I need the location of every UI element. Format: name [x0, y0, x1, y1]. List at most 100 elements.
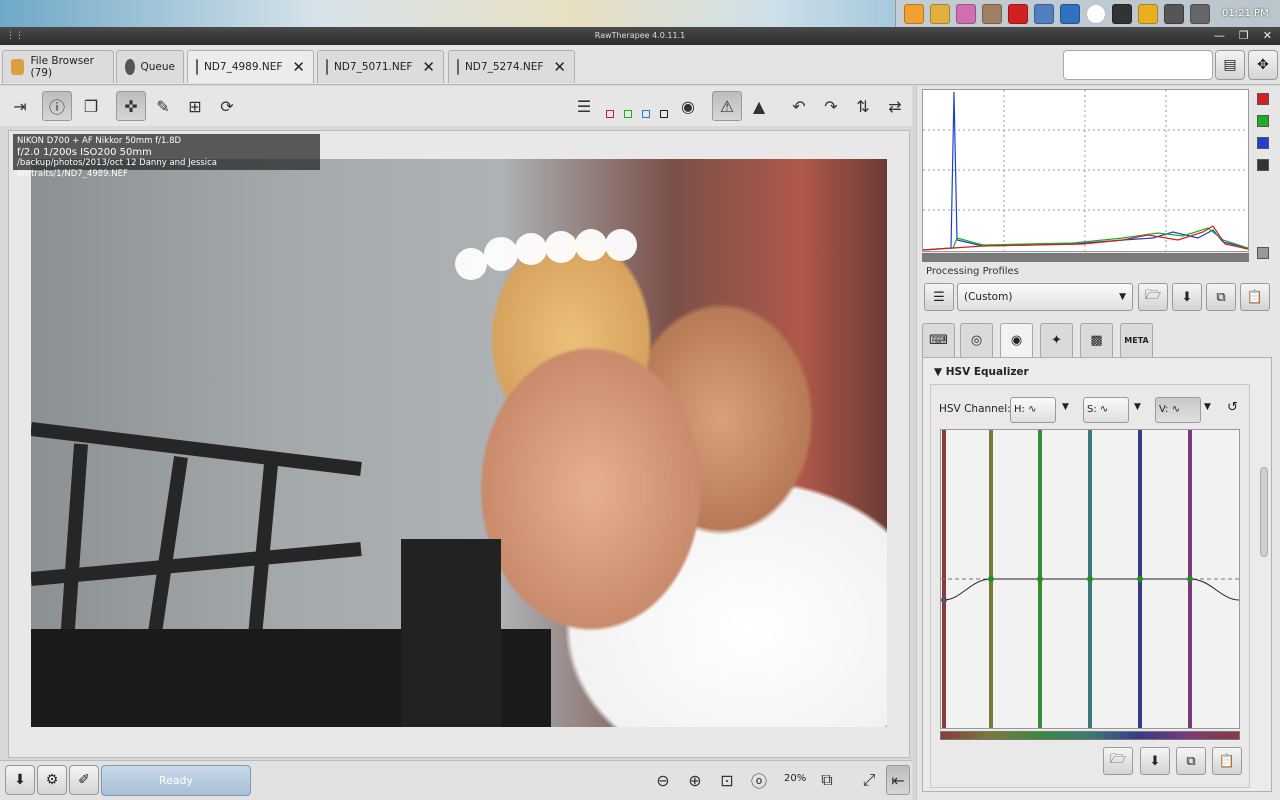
load-profile-icon[interactable]: 🗁 [1138, 283, 1168, 311]
new-detail-window-icon[interactable]: ⧉ [812, 765, 842, 795]
path-line: /backup/photos/2013/oct 12 Danny and Jes… [17, 158, 217, 179]
paint-icon[interactable] [956, 3, 976, 24]
chevron-down-icon[interactable]: ▼ [1134, 402, 1141, 412]
panel-layout-icon[interactable]: ▤ [1215, 50, 1245, 80]
window-menu-icon[interactable]: ⋮⋮ [6, 27, 24, 45]
tab-raw-icon[interactable]: ▩ [1080, 323, 1113, 357]
notes-icon[interactable] [1138, 3, 1158, 24]
chevron-down-icon[interactable]: ▼ [1062, 402, 1069, 412]
tab-file-browser[interactable]: File Browser (79) [2, 50, 114, 83]
rotate-right-icon[interactable]: ↷ [816, 91, 846, 121]
toggle-right-panel-icon[interactable]: ⇤ [886, 765, 910, 795]
maximize-icon[interactable]: ❐ [1239, 27, 1249, 45]
histogram-blue-toggle[interactable] [1257, 137, 1269, 149]
straighten-icon[interactable]: ⟳ [212, 91, 242, 121]
tool-panel-scrollbar[interactable] [1260, 467, 1268, 557]
reset-icon[interactable]: ↺ [1227, 400, 1238, 415]
brush-icon[interactable] [1034, 3, 1054, 24]
queue-settings-icon[interactable]: ⚙ [37, 765, 67, 795]
filezilla-icon[interactable] [1008, 3, 1028, 24]
zoom-fit-icon[interactable]: ⊡ [712, 765, 742, 795]
paste-curve-icon[interactable]: 📋 [1212, 747, 1242, 775]
save-profile-icon[interactable]: ⬇ [1172, 283, 1202, 311]
tab-image-5071[interactable]: ND7_5071.NEF ✕ [317, 50, 444, 83]
window-titlebar[interactable]: ⋮⋮ RawTherapee 4.0.11.1 — ❐ ✕ [0, 27, 1280, 45]
zoom-out-icon[interactable]: ⊖ [648, 765, 678, 795]
rss-icon[interactable] [904, 3, 924, 24]
save-image-icon[interactable]: ⬇ [5, 765, 35, 795]
hue-channel-button[interactable]: H: ∿ [1010, 397, 1056, 423]
paste-profile-icon[interactable]: 📋 [1240, 283, 1270, 311]
saturation-channel-button[interactable]: S: ∿ [1083, 397, 1129, 423]
red-channel-toggle[interactable] [606, 110, 614, 118]
histogram-luminance-toggle[interactable] [1257, 159, 1269, 171]
chevron-down-icon[interactable]: ▼ [1204, 402, 1211, 412]
editor-toolbar: ⇥ ⓘ ❐ ✜ ✎ ⊞ ⟳ ☰ ◉ ⚠ ▲ ↶ ↷ ⇅ ⇄ [0, 86, 912, 126]
close-tab-icon[interactable]: ✕ [422, 58, 435, 76]
rotate-left-icon[interactable]: ↶ [784, 91, 814, 121]
save-curve-icon[interactable]: ⬇ [1140, 747, 1170, 775]
white-balance-picker-icon[interactable]: ✎ [148, 91, 178, 121]
filter-input[interactable] [1063, 50, 1213, 80]
crop-icon[interactable]: ⊞ [180, 91, 210, 121]
tab-detail-icon[interactable]: ◎ [960, 323, 993, 357]
gimp-icon[interactable] [982, 3, 1002, 24]
camera-line: NIKON D700 + AF Nikkor 50mm f/1.8D [17, 136, 182, 146]
minimize-icon[interactable]: — [1214, 27, 1225, 45]
accessibility-icon[interactable] [1060, 3, 1080, 24]
battery-icon[interactable] [1164, 3, 1184, 24]
zoom-in-icon[interactable]: ⊕ [680, 765, 710, 795]
profile-list-icon[interactable]: ☰ [924, 283, 954, 311]
image-icon [457, 59, 459, 75]
curve-icon: ∿ [1099, 404, 1109, 415]
blue-channel-toggle[interactable] [642, 110, 650, 118]
exposure-line: f/2.0 1/200s ISO200 50mm [17, 147, 152, 158]
preview-photo[interactable] [31, 159, 887, 727]
green-channel-toggle[interactable] [624, 110, 632, 118]
focus-mask-icon[interactable]: ◉ [673, 91, 703, 121]
close-icon[interactable]: ✕ [1263, 27, 1272, 45]
tab-queue[interactable]: Queue [116, 50, 184, 83]
tab-image-4989[interactable]: ND7_4989.NEF ✕ [187, 50, 314, 83]
copy-profile-icon[interactable]: ⧉ [1206, 283, 1236, 311]
copy-curve-icon[interactable]: ⧉ [1176, 747, 1206, 775]
histogram-green-toggle[interactable] [1257, 115, 1269, 127]
close-tab-icon[interactable]: ✕ [553, 58, 566, 76]
shadow-clip-warning-icon[interactable]: ⚠ [712, 91, 742, 121]
hsv-curve-editor[interactable] [940, 429, 1240, 729]
value-channel-button[interactable]: V: ∿ [1155, 397, 1201, 423]
preview-mode-icon[interactable]: ☰ [569, 91, 599, 121]
tab-exposure-icon[interactable]: ⌨ [922, 323, 955, 357]
volume-icon[interactable] [1190, 3, 1210, 24]
hand-tool-icon[interactable]: ✜ [116, 91, 146, 121]
tab-transform-icon[interactable]: ✦ [1040, 323, 1073, 357]
tab-metadata[interactable]: META [1120, 323, 1153, 357]
fullscreen-icon[interactable]: ⤢ [854, 765, 884, 795]
highlight-clip-warning-icon[interactable]: ▲ [744, 91, 774, 121]
hsv-channel-label: HSV Channel: [939, 403, 1011, 415]
info-icon[interactable]: ⓘ [42, 91, 72, 121]
zoom-100-icon[interactable]: ⓞ [744, 765, 774, 795]
luminance-channel-toggle[interactable] [660, 110, 668, 118]
before-after-icon[interactable]: ❐ [76, 91, 106, 121]
tab-image-5274[interactable]: ND7_5274.NEF ✕ [448, 50, 575, 83]
tab-color-icon[interactable]: ◉ [1000, 323, 1033, 357]
profile-select[interactable]: (Custom) ▼ [957, 283, 1133, 311]
flip-vertical-icon[interactable]: ⇅ [848, 91, 878, 121]
histogram-red-toggle[interactable] [1257, 93, 1269, 105]
navigate-icon[interactable]: ✥ [1248, 50, 1278, 80]
pen-icon[interactable] [1112, 3, 1132, 24]
histogram-bar-toggle[interactable] [1257, 247, 1269, 259]
flip-horizontal-icon[interactable]: ⇄ [880, 91, 910, 121]
processing-profiles-label: Processing Profiles [926, 266, 1019, 277]
photo-detail [31, 229, 637, 727]
toggle-left-panel-icon[interactable]: ⇥ [5, 91, 35, 121]
zoom-level: 20% [784, 773, 807, 784]
clock[interactable]: 01:21 PM [1222, 8, 1269, 19]
hsv-equalizer-header[interactable]: ▼ HSV Equalizer [934, 366, 1029, 378]
close-tab-icon[interactable]: ✕ [292, 58, 305, 76]
folder-icon[interactable] [930, 3, 950, 24]
edit-external-icon[interactable]: ✐ [69, 765, 99, 795]
rawtherapee-icon[interactable] [1086, 3, 1106, 24]
load-curve-icon[interactable]: 🗁 [1103, 747, 1133, 775]
